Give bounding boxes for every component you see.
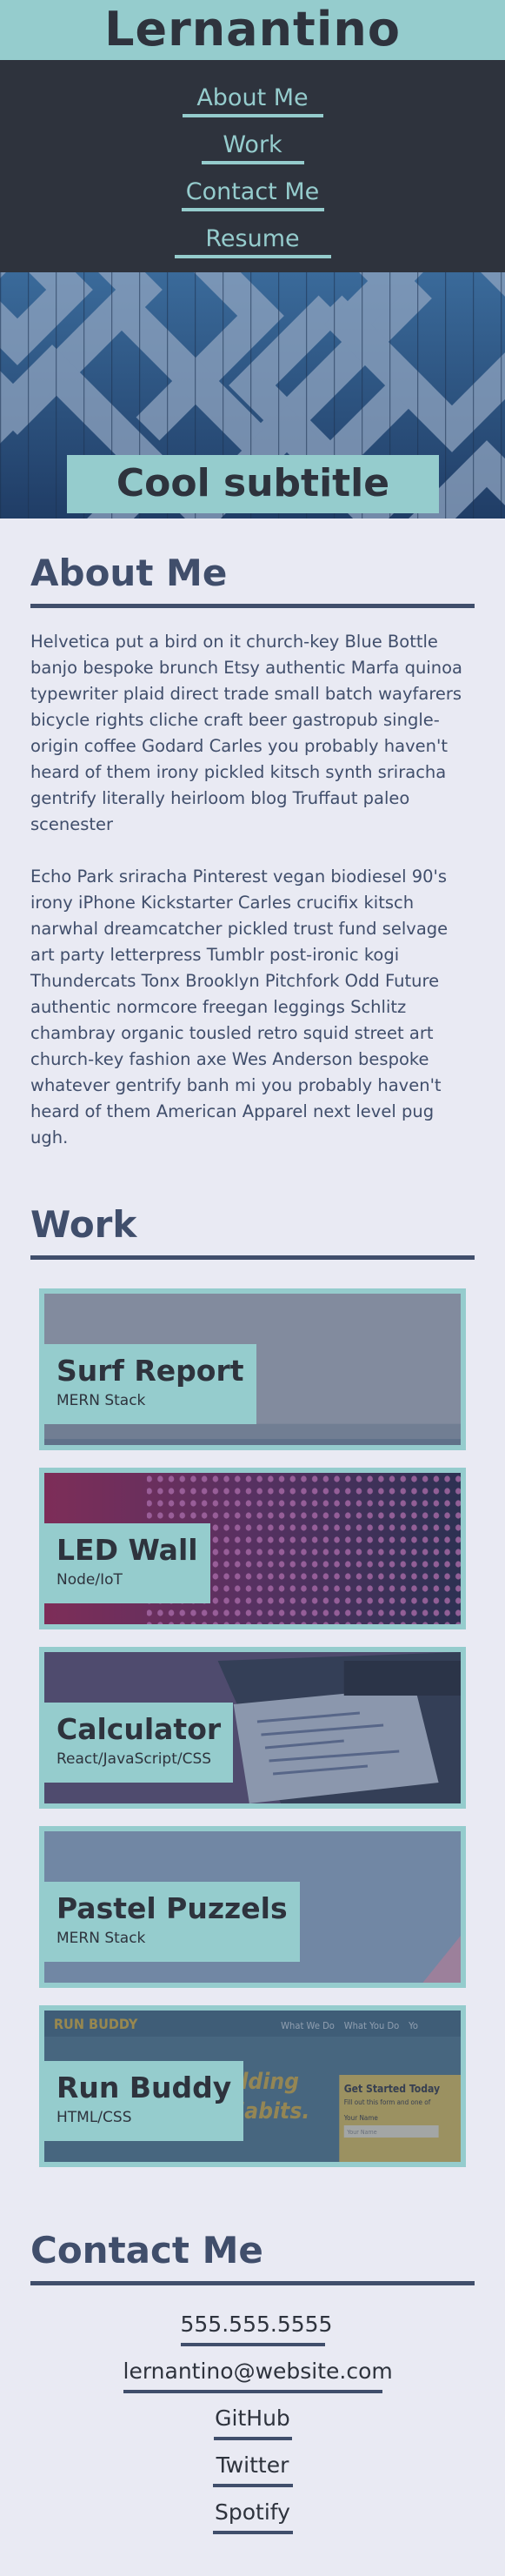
contact-links: 555.555.5555 lernantino@website.com GitH… xyxy=(30,2285,475,2541)
project-stack: MERN Stack xyxy=(56,1392,146,1409)
project-label: Pastel Puzzels MERN Stack xyxy=(44,1882,300,1962)
hero-banner: Cool subtitle here! xyxy=(0,272,505,519)
about-section: About Me Helvetica put a bird on it chur… xyxy=(0,519,505,1151)
hero-subtitle: Cool subtitle here! xyxy=(67,455,439,513)
main-nav: About Me Work Contact Me Resume xyxy=(0,60,505,272)
project-card-pastel-puzzels[interactable]: Pastel Puzzels MERN Stack xyxy=(39,1826,466,1988)
about-paragraph-2: Echo Park sriracha Pinterest vegan biodi… xyxy=(30,866,449,1147)
contact-phone-link[interactable]: 555.555.5555 xyxy=(181,2306,333,2353)
project-name: Pastel Puzzels xyxy=(56,1891,288,1925)
project-card-surf-report[interactable]: Surf Report MERN Stack xyxy=(39,1288,466,1450)
contact-section: Contact Me 555.555.5555 lernantino@websi… xyxy=(0,2185,505,2576)
about-heading: About Me xyxy=(30,555,475,608)
nav-link-contact[interactable]: Contact Me xyxy=(182,173,324,220)
project-label: Calculator React/JavaScript/CSS xyxy=(44,1703,234,1783)
contact-email-link[interactable]: lernantino@website.com xyxy=(123,2353,393,2400)
project-card-led-wall[interactable]: LED Wall Node/IoT xyxy=(39,1468,466,1629)
contact-spotify-link[interactable]: Spotify xyxy=(213,2494,293,2541)
project-grid: Surf Report MERN Stack LED Wall Node/IoT… xyxy=(30,1260,475,2167)
project-name: Run Buddy xyxy=(56,2071,232,2104)
project-stack: MERN Stack xyxy=(56,1930,146,1947)
nav-link-resume[interactable]: Resume xyxy=(175,220,331,267)
work-section: Work Surf Report MERN Stack LED Wall Nod… xyxy=(0,1151,505,2167)
project-name: Calculator xyxy=(56,1712,222,1746)
project-name: LED Wall xyxy=(56,1533,198,1567)
project-name: Surf Report xyxy=(56,1354,244,1388)
site-header: Lernantino About Me Work Contact Me Resu… xyxy=(0,0,505,272)
project-stack: HTML/CSS xyxy=(56,2109,132,2126)
nav-link-about[interactable]: About Me xyxy=(183,79,323,126)
project-stack: Node/IoT xyxy=(56,1571,123,1589)
project-label: Surf Report MERN Stack xyxy=(44,1344,256,1424)
contact-twitter-link[interactable]: Twitter xyxy=(213,2447,293,2494)
project-card-run-buddy[interactable]: RUN BUDDY What We Do What You Do Yo rt B… xyxy=(39,2005,466,2167)
nav-link-work[interactable]: Work xyxy=(202,126,304,173)
project-label: Run Buddy HTML/CSS xyxy=(44,2061,244,2141)
project-card-calculator[interactable]: Calculator React/JavaScript/CSS xyxy=(39,1647,466,1809)
site-title: Lernantino xyxy=(0,0,505,60)
work-heading: Work xyxy=(30,1207,475,1260)
about-paragraph-1: Helvetica put a bird on it church-key Bl… xyxy=(30,632,462,834)
contact-github-link[interactable]: GitHub xyxy=(214,2400,292,2447)
contact-heading: Contact Me xyxy=(30,2232,475,2285)
project-label: LED Wall Node/IoT xyxy=(44,1523,210,1603)
project-stack: React/JavaScript/CSS xyxy=(56,1750,212,1768)
